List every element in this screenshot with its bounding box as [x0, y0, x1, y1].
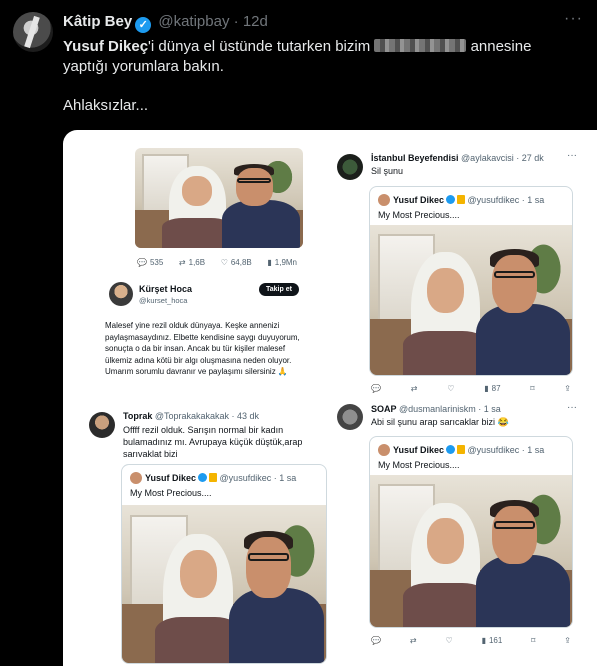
- quoted-tweet[interactable]: Yusuf Dikec @yusufdikec · 1 sa My Most P…: [369, 186, 573, 376]
- quote-handle: @yusufdikec · 1 sa: [219, 473, 297, 483]
- istanbul-name[interactable]: İstanbul Beyefendisi: [371, 153, 459, 163]
- screenshot-panel-b: İstanbul Beyefendisi @aylakavcisi · 27 d…: [331, 144, 593, 406]
- yusuf-avatar: [130, 472, 142, 484]
- istanbul-time: · 27 dk: [516, 153, 544, 163]
- mother-son-photo: [135, 148, 303, 248]
- view-count[interactable]: ▮ 1,9Mn: [267, 258, 297, 267]
- yusuf-avatar: [378, 194, 390, 206]
- quote-text: My Most Precious....: [378, 460, 460, 470]
- toprak-name[interactable]: Toprak: [123, 411, 152, 421]
- soap-header: SOAP @dusmanlariniskm · 1 sa: [371, 404, 501, 414]
- author-name[interactable]: Kâtip Bey: [63, 13, 132, 30]
- action-bar: 💬 ⇄ ♡ ▮ 161 ⌑ ⇪: [371, 636, 571, 645]
- view-count[interactable]: ▮ 161: [482, 636, 503, 645]
- share-icon[interactable]: ⇪: [564, 636, 571, 645]
- istanbul-header: İstanbul Beyefendisi @aylakavcisi · 27 d…: [371, 153, 544, 163]
- kurset-handle[interactable]: @kurset_hoca: [139, 296, 187, 305]
- blurred-name: [374, 39, 467, 52]
- soap-handle[interactable]: @dusmanlariniskm: [399, 404, 476, 414]
- verified-icon: [198, 473, 208, 482]
- tweet-text: Yusuf Dikeç'i dünya el üstünde tutarken …: [63, 37, 583, 77]
- screenshot-panel-c: Toprak @Toprakakakakak · 43 dk Offff rez…: [71, 404, 329, 666]
- author-handle[interactable]: @katipbay: [158, 13, 229, 30]
- action-bar: 💬 535 ⇄ 1,6B ♡ 64,8B ▮ 1,9Mn: [137, 258, 297, 267]
- quoted-tweet[interactable]: Yusuf Dikec @yusufdikec · 1 sa My Most P…: [121, 464, 327, 664]
- bookmark-icon[interactable]: ⌑: [531, 636, 535, 645]
- reply-icon[interactable]: 💬: [371, 384, 381, 393]
- quote-header: Yusuf Dikec @yusufdikec · 1 sa: [378, 194, 544, 206]
- quote-text: My Most Precious....: [130, 488, 212, 498]
- gold-badge-icon: [457, 195, 466, 204]
- quote-name: Yusuf Dikec: [393, 445, 445, 455]
- yusuf-avatar: [378, 444, 390, 456]
- bookmark-icon[interactable]: ⌑: [530, 384, 534, 393]
- reply-icon[interactable]: 💬: [371, 636, 381, 645]
- soap-avatar[interactable]: [337, 404, 363, 430]
- kurset-comment: Malesef yine rezil olduk dünyaya. Keşke …: [105, 321, 300, 376]
- mother-son-photo: [370, 225, 572, 375]
- toprak-header: Toprak @Toprakakakakak · 43 dk: [123, 411, 259, 421]
- retweet-count[interactable]: ⇄ 1,6B: [179, 258, 205, 267]
- tweet-text-part1: 'i dünya el üstünde tutarken bizim: [148, 38, 371, 55]
- share-icon[interactable]: ⇪: [564, 384, 571, 393]
- kurset-avatar[interactable]: [109, 282, 133, 306]
- verified-badge-icon: ✓: [135, 17, 152, 33]
- view-count[interactable]: ▮ 87: [484, 384, 500, 393]
- tweet-media-image[interactable]: 💬 535 ⇄ 1,6B ♡ 64,8B ▮ 1,9Mn Kürşet Hoca…: [63, 130, 597, 666]
- quote-handle: @yusufdikec · 1 sa: [467, 195, 545, 205]
- tweet-text-line3: Ahlaksızlar...: [63, 97, 149, 114]
- quote-header: Yusuf Dikec @yusufdikec · 1 sa: [378, 444, 544, 456]
- istanbul-handle[interactable]: @aylakavcisi: [461, 153, 514, 163]
- action-bar: 💬 ⇄ ♡ ▮ 87 ⌑ ⇪: [371, 384, 571, 393]
- soap-comment: Abi sil şunu arap sarıcaklar bizi 😂: [371, 417, 509, 427]
- verified-icon: [446, 195, 456, 204]
- tweet-text-part2: annesine: [470, 38, 532, 55]
- istanbul-comment: Sil şunu: [371, 166, 404, 176]
- screenshot-panel-d: SOAP @dusmanlariniskm · 1 sa ··· Abi sil…: [331, 400, 593, 662]
- verified-icon: [446, 445, 456, 454]
- tweet-text-line2: yaptığı yorumlara bakın.: [63, 58, 224, 75]
- mention-name: Yusuf Dikeç: [63, 38, 149, 55]
- mother-son-photo: [370, 475, 572, 627]
- retweet-icon[interactable]: ⇄: [411, 384, 418, 393]
- like-icon[interactable]: ♡: [445, 636, 452, 645]
- tweet-time[interactable]: 12d: [243, 13, 268, 30]
- author-avatar[interactable]: [13, 12, 53, 52]
- tweet-header: Kâtip Bey ✓ @katipbay · 12d: [63, 13, 268, 33]
- more-options-icon[interactable]: ···: [564, 10, 583, 28]
- screenshot-panel-a: 💬 535 ⇄ 1,6B ♡ 64,8B ▮ 1,9Mn Kürşet Hoca…: [71, 136, 311, 398]
- quote-text: My Most Precious....: [378, 210, 460, 220]
- quoted-tweet[interactable]: Yusuf Dikec @yusufdikec · 1 sa My Most P…: [369, 436, 573, 628]
- kurset-name[interactable]: Kürşet Hoca: [139, 284, 192, 294]
- quote-handle: @yusufdikec · 1 sa: [467, 445, 545, 455]
- gold-badge-icon: [209, 473, 218, 482]
- soap-name[interactable]: SOAP: [371, 404, 397, 414]
- gold-badge-icon: [457, 445, 466, 454]
- like-icon[interactable]: ♡: [447, 384, 454, 393]
- toprak-comment: Offff rezil olduk. Sarışın normal bir ka…: [123, 425, 303, 459]
- like-count[interactable]: ♡ 64,8B: [221, 258, 252, 267]
- more-icon[interactable]: ···: [567, 402, 577, 413]
- more-icon[interactable]: ···: [567, 150, 577, 161]
- separator: ·: [233, 13, 239, 30]
- mother-son-photo: [122, 505, 326, 663]
- tweet: Kâtip Bey ✓ @katipbay · 12d ··· Yusuf Dik…: [0, 0, 597, 666]
- soap-time: · 1 sa: [478, 404, 501, 414]
- quote-header: Yusuf Dikec @yusufdikec · 1 sa: [130, 472, 296, 484]
- istanbul-avatar[interactable]: [337, 154, 363, 180]
- toprak-avatar[interactable]: [89, 412, 115, 438]
- quote-name: Yusuf Dikec: [393, 195, 445, 205]
- follow-button[interactable]: Takip et: [259, 283, 299, 296]
- retweet-icon[interactable]: ⇄: [410, 636, 417, 645]
- toprak-handle[interactable]: @Toprakakakakak: [155, 411, 229, 421]
- reply-count[interactable]: 💬 535: [137, 258, 163, 267]
- quote-name: Yusuf Dikec: [145, 473, 197, 483]
- toprak-time: · 43 dk: [231, 411, 260, 421]
